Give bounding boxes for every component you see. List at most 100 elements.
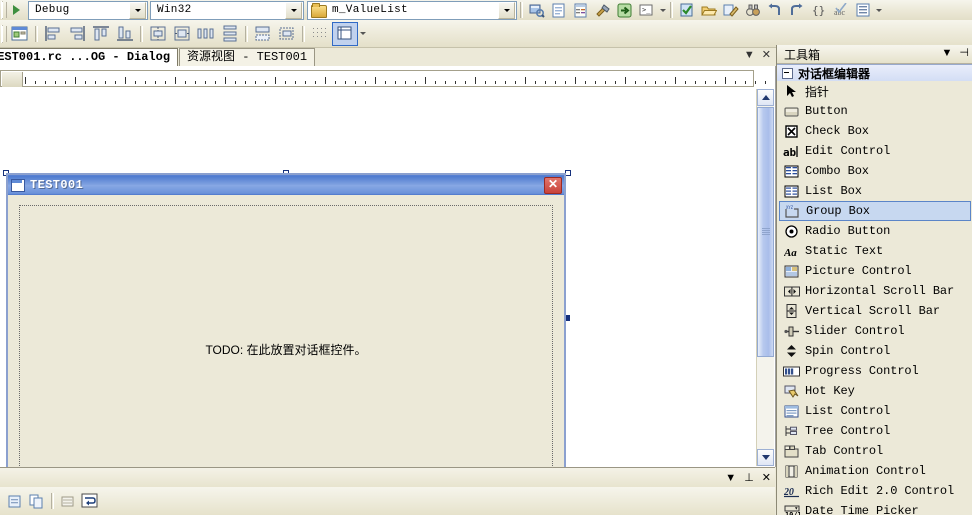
output-panel-caption: ▼ ⊥ ✕ — [0, 467, 775, 489]
close-icon[interactable]: ✕ — [762, 471, 771, 484]
toolbox-item-edit-control[interactable]: ab Edit Control — [777, 141, 972, 161]
svg-text:Aa: Aa — [784, 247, 797, 258]
toggle-guides-icon[interactable] — [308, 23, 332, 45]
dialog-title-bar[interactable]: TEST001 ✕ — [8, 175, 564, 195]
clear-output-icon[interactable] — [57, 492, 79, 510]
ruler-tick — [645, 81, 646, 84]
center-horizontal-icon[interactable] — [146, 23, 170, 45]
align-rights-icon[interactable] — [65, 23, 89, 45]
binoculars-icon[interactable] — [742, 1, 764, 19]
toolbox-item-animation-control[interactable]: Animation Control — [777, 461, 972, 481]
toolbox-item-static-text[interactable]: Aa Static Text — [777, 241, 972, 261]
toolbox-item-vertical-scroll-bar[interactable]: Vertical Scroll Bar — [777, 301, 972, 321]
find-in-files-icon[interactable] — [526, 1, 548, 19]
solution-platform-combo[interactable]: Win32 — [150, 0, 304, 20]
collapse-icon[interactable] — [782, 68, 793, 79]
toolbox-item-check-box[interactable]: Check Box — [777, 121, 972, 141]
pin-icon[interactable]: ⊣ — [959, 46, 969, 59]
chevron-down-icon[interactable] — [498, 1, 515, 19]
class-member-icon — [310, 3, 327, 18]
align-lefts-icon[interactable] — [41, 23, 65, 45]
solution-configuration-combo[interactable]: Debug — [28, 0, 148, 20]
toolbox-item-group-box[interactable]: XYZ Group Box — [779, 201, 971, 221]
ruler-tick — [215, 81, 216, 84]
scroll-up-button[interactable] — [757, 89, 774, 106]
space-down-icon[interactable] — [218, 23, 242, 45]
edit-icon[interactable] — [720, 1, 742, 19]
console-icon[interactable]: >_ — [636, 1, 658, 19]
chevron-down-icon[interactable] — [285, 1, 302, 19]
ruler-tick — [625, 77, 626, 84]
toolbox-item-hot-key[interactable]: Hot Key — [777, 381, 972, 401]
spellcheck-icon[interactable]: abc — [830, 1, 852, 19]
copy-output-icon[interactable] — [26, 492, 48, 510]
output-icon[interactable] — [4, 492, 26, 510]
align-bottoms-icon[interactable] — [113, 23, 137, 45]
center-vertical-icon[interactable] — [170, 23, 194, 45]
go-icon[interactable] — [614, 1, 636, 19]
toolbox-item-tab-control[interactable]: Tab Control — [777, 441, 972, 461]
scrollbar-thumb[interactable] — [757, 107, 774, 357]
toolbox-item-progress-control[interactable]: Progress Control — [777, 361, 972, 381]
toolbox-caption-controls: ▼ ⊣ — [942, 46, 969, 60]
toolbar-overflow-button[interactable] — [658, 1, 667, 19]
test-dialog-icon[interactable] — [8, 23, 32, 45]
chevron-down-icon[interactable]: ▼ — [942, 47, 953, 59]
toolbox-caption: 工具箱 ▼ ⊣ — [777, 45, 972, 64]
toolbox-item-combo-box[interactable]: Combo Box — [777, 161, 972, 181]
toolbox-item-horizontal-scroll-bar[interactable]: Horizontal Scroll Bar — [777, 281, 972, 301]
toolbox-item-button[interactable]: Button — [777, 101, 972, 121]
horizontal-ruler[interactable] — [0, 70, 766, 87]
toolbox-item-slider-control[interactable]: Slider Control — [777, 321, 972, 341]
tab-resource-view[interactable]: 资源视图 - TEST001 — [179, 48, 316, 66]
toolbox-item-list-control[interactable]: List Control — [777, 401, 972, 421]
ruler-tick — [95, 81, 96, 84]
start-debug-icon[interactable] — [9, 2, 25, 18]
toggle-grid-icon[interactable] — [332, 21, 358, 46]
toolbox-item-[interactable]: 指针 — [777, 81, 972, 101]
chevron-down-icon[interactable] — [129, 1, 146, 19]
scroll-down-button[interactable] — [757, 449, 774, 466]
toolbar-overflow-button[interactable] — [874, 1, 883, 19]
check-icon[interactable] — [676, 1, 698, 19]
redo-icon[interactable] — [786, 1, 808, 19]
toolbar-grip[interactable] — [1, 1, 8, 19]
list-icon[interactable] — [852, 1, 874, 19]
toolbox-item-radio-button[interactable]: Radio Button — [777, 221, 972, 241]
ruler-tick — [595, 81, 596, 84]
designer-vertical-scrollbar[interactable] — [756, 89, 774, 466]
tree-control-icon — [783, 423, 800, 439]
align-tops-icon[interactable] — [89, 23, 113, 45]
tab-dialog-editor[interactable]: TEST001.rc ...OG - Dialog — [0, 48, 179, 66]
toolbar-overflow-button[interactable] — [358, 25, 367, 43]
new-item-icon[interactable] — [548, 1, 570, 19]
design-dialog[interactable]: TEST001 ✕ TODO: 在此放置对话框控件。 确定 取消 — [6, 173, 566, 467]
toolbox-item-rich-edit-2-0-control[interactable]: 20 Rich Edit 2.0 Control — [777, 481, 972, 501]
toolbox-item-spin-control[interactable]: Spin Control — [777, 341, 972, 361]
open-folder-icon[interactable] — [698, 1, 720, 19]
dialog-close-button[interactable]: ✕ — [544, 177, 562, 194]
properties-window-icon[interactable] — [570, 1, 592, 19]
toolbox-item-list-box[interactable]: List Box — [777, 181, 972, 201]
tools-icon[interactable] — [592, 1, 614, 19]
toolbox-item-date-time-picker[interactable]: 10/1 Date Time Picker — [777, 501, 972, 515]
chevron-down-icon[interactable]: ▼ — [744, 50, 755, 61]
toolbox-item-label: Spin Control — [805, 344, 891, 358]
space-across-icon[interactable] — [194, 23, 218, 45]
make-same-width-icon[interactable] — [251, 23, 275, 45]
toolbox-item-label: 指针 — [805, 85, 829, 100]
toolbar-grip[interactable] — [1, 24, 8, 43]
toolbox-item-tree-control[interactable]: Tree Control — [777, 421, 972, 441]
chevron-down-icon[interactable]: ▼ — [725, 472, 736, 484]
pin-icon[interactable]: ⊥ — [744, 471, 754, 484]
dialog-client-area[interactable]: TODO: 在此放置对话框控件。 确定 取消 — [8, 195, 564, 467]
designer-canvas[interactable]: TEST001 ✕ TODO: 在此放置对话框控件。 确定 取消 — [0, 89, 754, 467]
undo-icon[interactable] — [764, 1, 786, 19]
toolbox-item-picture-control[interactable]: Picture Control — [777, 261, 972, 281]
wrap-output-icon[interactable] — [79, 492, 101, 510]
size-to-content-icon[interactable] — [275, 23, 299, 45]
braces-icon[interactable]: {} — [808, 1, 830, 19]
member-combo[interactable]: m_ValueList — [307, 0, 517, 20]
close-icon[interactable]: ✕ — [762, 50, 771, 61]
listbox-icon — [783, 183, 800, 199]
